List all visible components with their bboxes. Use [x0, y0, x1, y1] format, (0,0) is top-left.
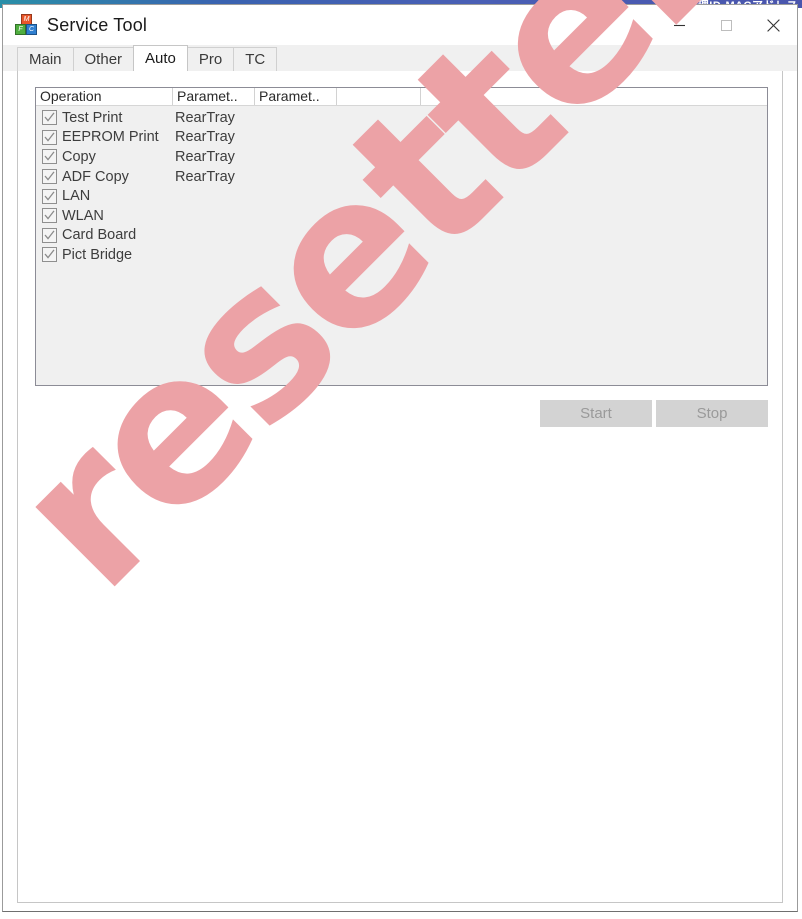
- titlebar: M F C Service Tool: [3, 5, 797, 45]
- row-checkbox-wlan[interactable]: [42, 208, 57, 224]
- app-icon-block-c: C: [26, 24, 37, 35]
- row-parameter-1: RearTray: [175, 129, 235, 146]
- window-title: Service Tool: [47, 14, 148, 35]
- row-parameter-1: RearTray: [175, 168, 235, 185]
- table-row[interactable]: ADF Copy RearTray: [36, 167, 767, 187]
- app-blocks-icon: M F C: [15, 14, 37, 36]
- row-checkbox-card-board[interactable]: [42, 227, 57, 243]
- row-checkbox-adf-copy[interactable]: [42, 169, 57, 185]
- column-header-parameter-2[interactable]: Paramet..: [255, 88, 337, 105]
- table-row[interactable]: Copy RearTray: [36, 147, 767, 167]
- table-row[interactable]: EEPROM Print RearTray: [36, 128, 767, 148]
- tab-pro[interactable]: Pro: [186, 47, 235, 71]
- column-header-blank-1[interactable]: [337, 88, 421, 105]
- column-header-blank-2[interactable]: [421, 88, 767, 105]
- row-parameter-1: RearTray: [175, 148, 235, 165]
- operation-list-header: Operation Paramet.. Paramet..: [36, 88, 767, 106]
- maximize-icon: [721, 19, 732, 31]
- tab-tc[interactable]: TC: [233, 47, 278, 71]
- tab-auto[interactable]: Auto: [133, 45, 188, 71]
- row-operation-label: Copy: [62, 148, 96, 165]
- row-parameter-1: RearTray: [175, 109, 235, 126]
- table-row[interactable]: LAN: [36, 186, 767, 206]
- table-row[interactable]: Pict Bridge: [36, 245, 767, 265]
- window-controls: [656, 5, 797, 45]
- row-checkbox-pict-bridge[interactable]: [42, 247, 57, 263]
- row-operation-label: ADF Copy: [62, 168, 129, 185]
- app-icon-block-f: F: [15, 24, 26, 35]
- column-header-operation[interactable]: Operation: [36, 88, 173, 105]
- action-button-row: Start Stop: [35, 400, 768, 427]
- start-button[interactable]: Start: [540, 400, 652, 427]
- operation-list[interactable]: Operation Paramet.. Paramet.. Test Print…: [35, 87, 768, 386]
- row-operation-label: LAN: [62, 188, 91, 205]
- tab-main[interactable]: Main: [17, 47, 74, 71]
- column-header-parameter-1[interactable]: Paramet..: [173, 88, 255, 105]
- stop-button[interactable]: Stop: [656, 400, 768, 427]
- row-operation-label: EEPROM Print: [62, 129, 159, 146]
- tab-page-auto: Operation Paramet.. Paramet.. Test Print…: [17, 71, 783, 903]
- tab-other[interactable]: Other: [72, 47, 135, 71]
- tabstrip-container: Main Other Auto Pro TC: [3, 45, 797, 71]
- service-tool-window: M F C Service Tool Main Other Auto Pro T…: [2, 4, 798, 912]
- row-checkbox-lan[interactable]: [42, 188, 57, 204]
- table-row[interactable]: WLAN: [36, 206, 767, 226]
- row-operation-label: Pict Bridge: [62, 246, 133, 263]
- row-checkbox-eeprom-print[interactable]: [42, 129, 57, 145]
- maximize-button[interactable]: [703, 5, 750, 45]
- minimize-button[interactable]: [656, 5, 703, 45]
- close-icon: [767, 18, 780, 32]
- close-button[interactable]: [750, 5, 797, 45]
- table-row[interactable]: Card Board: [36, 226, 767, 246]
- operation-list-rows: Test Print RearTray EEPROM Print RearTra…: [36, 106, 767, 265]
- minimize-icon: [674, 20, 685, 31]
- row-checkbox-test-print[interactable]: [42, 110, 57, 126]
- row-operation-label: WLAN: [62, 207, 104, 224]
- row-checkbox-copy[interactable]: [42, 149, 57, 165]
- row-operation-label: Test Print: [62, 109, 123, 126]
- tabstrip: Main Other Auto Pro TC: [17, 45, 797, 71]
- row-operation-label: Card Board: [62, 227, 137, 244]
- table-row[interactable]: Test Print RearTray: [36, 108, 767, 128]
